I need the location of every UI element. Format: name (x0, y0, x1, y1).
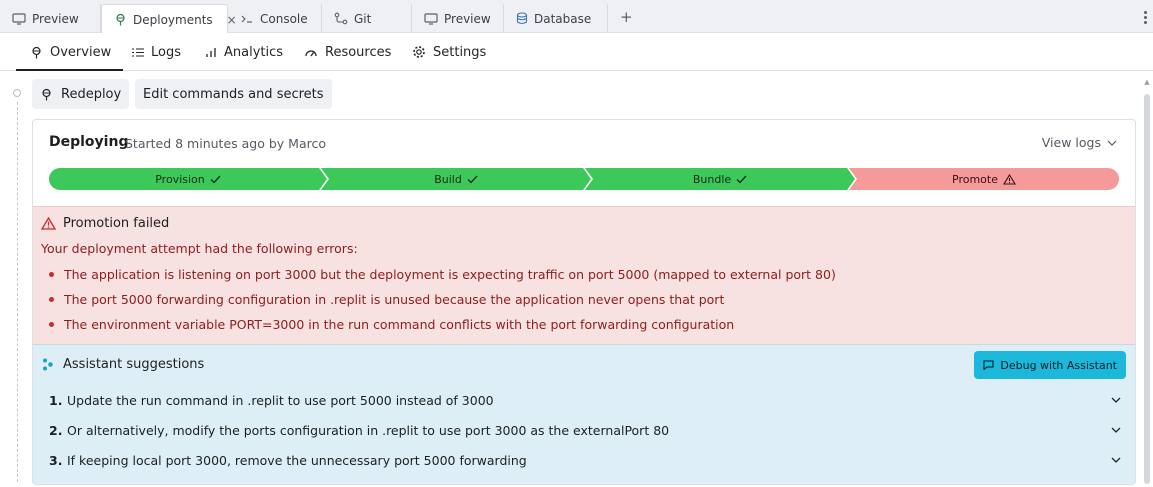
debug-button-label: Debug with Assistant (1000, 358, 1117, 372)
tab-preview-1[interactable]: Preview (0, 4, 101, 33)
suggestion-number: 1. (49, 392, 63, 408)
subtab-logs[interactable]: Logs (132, 33, 181, 71)
tab-deployments[interactable]: Deployments × (101, 4, 237, 34)
suggestion-item[interactable]: 3. If keeping local port 3000, remove th… (49, 445, 1121, 475)
gear-icon (413, 46, 425, 58)
chevron-down-icon[interactable] (1111, 457, 1121, 463)
tab-label: Git (354, 11, 372, 26)
tab-label: Console (260, 11, 308, 26)
git-icon (334, 12, 348, 25)
deployment-card: Deploying Started 8 minutes ago by Marco… (32, 119, 1136, 485)
stage-provision: Provision (49, 168, 327, 190)
deployment-pipeline: Provision Build Bundle Promote (49, 168, 1119, 190)
more-options-icon[interactable] (1144, 11, 1148, 25)
timeline-dot (13, 89, 21, 97)
scroll-up-icon[interactable]: ▲ (1143, 78, 1151, 86)
error-intro: Your deployment attempt had the followin… (41, 241, 358, 256)
stage-promote: Promote (849, 168, 1119, 190)
chevron-down-icon[interactable] (1111, 427, 1121, 433)
subtab-label: Analytics (224, 44, 284, 60)
deploy-icon (32, 46, 41, 58)
redeploy-label: Redeploy (61, 86, 122, 102)
suggestion-item[interactable]: 1. Update the run command in .replit to … (49, 385, 1121, 415)
tab-bar: Preview Deployments × Console Git Previe… (0, 0, 1153, 34)
stage-label: Provision (155, 172, 205, 186)
suggestion-text: If keeping local port 3000, remove the u… (67, 452, 527, 468)
assistant-title: Assistant suggestions (63, 357, 205, 372)
chevron-down-icon (1107, 140, 1117, 146)
view-logs-label: View logs (1041, 135, 1101, 150)
chat-icon (983, 360, 994, 370)
debug-with-assistant-button[interactable]: Debug with Assistant (974, 351, 1126, 379)
tab-preview-2[interactable]: Preview (412, 4, 504, 33)
suggestion-text: Update the run command in .replit to use… (67, 392, 494, 408)
subtab-label: Overview (50, 44, 112, 60)
chevron-down-icon[interactable] (1111, 397, 1121, 403)
gauge-icon (305, 49, 317, 56)
timeline-line (17, 102, 18, 482)
tab-git[interactable]: Git (322, 4, 412, 33)
stage-label: Build (434, 172, 462, 186)
stage-bundle: Bundle (585, 168, 855, 190)
suggestion-number: 3. (49, 452, 63, 468)
edit-commands-label: Edit commands and secrets (143, 86, 324, 102)
error-list: The application is listening on port 300… (49, 267, 836, 342)
tab-database[interactable]: Database (504, 4, 608, 33)
assistant-icon (43, 358, 53, 371)
deployment-subnav: Overview Logs Analytics Resources Settin… (0, 33, 1153, 71)
suggestion-item[interactable]: 2. Or alternatively, modify the ports co… (49, 415, 1121, 445)
checkmark-icon (736, 175, 747, 183)
subtab-settings[interactable]: Settings (412, 33, 486, 71)
stage-label: Bundle (692, 172, 732, 186)
edit-commands-button[interactable]: Edit commands and secrets (135, 79, 332, 109)
assistant-suggestions-panel: Assistant suggestions Debug with Assista… (33, 344, 1135, 484)
monitor-icon (12, 12, 26, 25)
suggestion-number: 2. (49, 422, 63, 438)
scrollbar[interactable]: ▲ (1143, 78, 1151, 484)
monitor-icon (424, 12, 438, 25)
subtab-label: Logs (151, 44, 181, 60)
list-icon (132, 48, 144, 56)
deploy-icon (116, 13, 125, 26)
tab-console[interactable]: Console (228, 4, 322, 33)
terminal-icon (241, 15, 252, 23)
subtab-label: Resources (325, 44, 392, 60)
redeploy-button[interactable]: Redeploy (32, 79, 130, 109)
warning-icon (41, 217, 56, 230)
subtab-resources[interactable]: Resources (304, 33, 391, 71)
tab-label: Database (534, 11, 592, 26)
bar-chart-icon (206, 47, 216, 57)
deploy-icon (42, 88, 51, 100)
warning-icon (1003, 173, 1016, 185)
error-title: Promotion failed (63, 216, 170, 231)
scroll-thumb[interactable] (1144, 94, 1150, 484)
view-logs-button[interactable]: View logs (1042, 135, 1117, 150)
checkmark-icon (210, 175, 221, 183)
new-tab-button[interactable]: + (620, 10, 633, 25)
suggestion-text: Or alternatively, modify the ports confi… (67, 422, 670, 438)
tab-label: Deployments (133, 12, 213, 27)
deployment-header: Deploying Started 8 minutes ago by Marco… (33, 120, 1135, 206)
database-icon (516, 12, 528, 25)
tab-label: Preview (32, 11, 79, 26)
stage-label: Promote (952, 172, 998, 186)
subtab-label: Settings (433, 44, 487, 60)
list-item: The application is listening on port 300… (49, 267, 836, 292)
overview-content: Redeploy Edit commands and secrets Deplo… (0, 71, 1153, 487)
promotion-error-panel: Promotion failed Your deployment attempt… (33, 206, 1135, 344)
subtab-overview[interactable]: Overview (15, 33, 124, 71)
checkmark-icon (467, 175, 478, 183)
deployment-status: Deploying (49, 134, 129, 150)
list-item: The port 5000 forwarding configuration i… (49, 292, 836, 317)
list-item: The environment variable PORT=3000 in th… (49, 317, 836, 342)
subtab-analytics[interactable]: Analytics (205, 33, 283, 71)
tab-label: Preview (444, 11, 491, 26)
deployment-started: Started 8 minutes ago by Marco (125, 136, 326, 151)
stage-build: Build (321, 168, 591, 190)
